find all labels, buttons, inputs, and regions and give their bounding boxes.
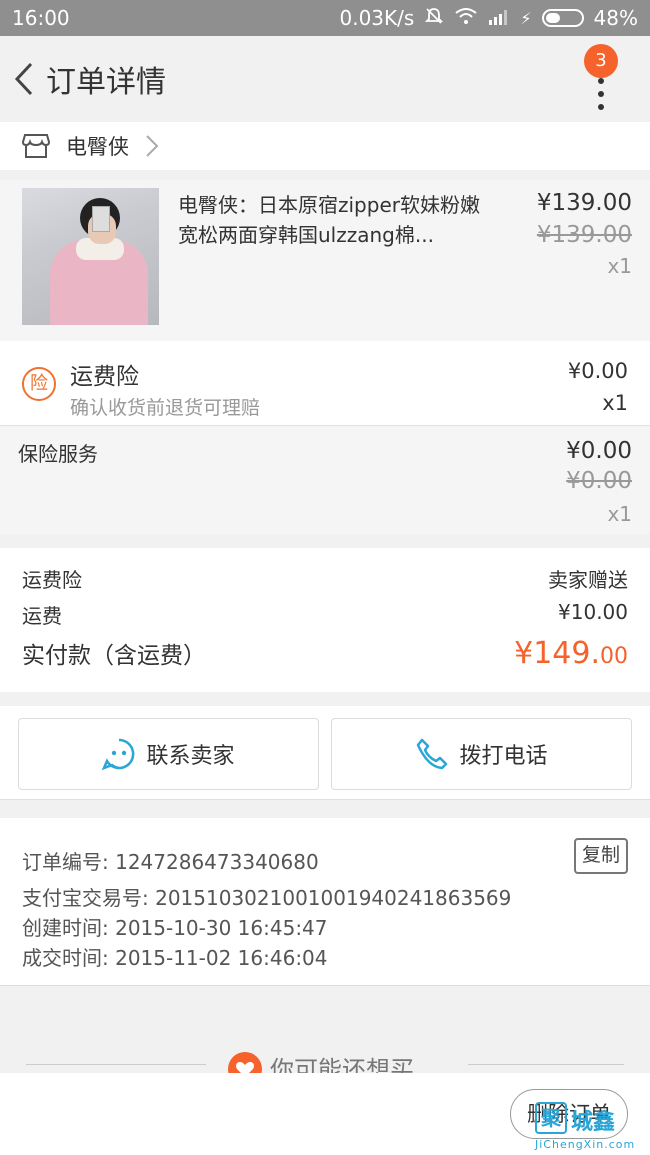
watermark-box: 聚 bbox=[535, 1102, 567, 1134]
order-info: 订单编号: 1247286473340680 复制 支付宝交易号: 201510… bbox=[0, 818, 650, 986]
recommend-header: 你可能还想买 bbox=[0, 1018, 650, 1073]
notification-badge: 3 bbox=[584, 44, 618, 78]
insurance-service-original-price: ¥0.00 bbox=[566, 468, 632, 494]
freight-insurance-quantity: x1 bbox=[602, 391, 628, 415]
mute-icon bbox=[424, 6, 444, 31]
charging-icon: ⚡ bbox=[520, 8, 532, 28]
summary-label: 运费 bbox=[22, 604, 62, 628]
store-icon bbox=[22, 134, 50, 158]
status-bar: 16:00 0.03K/s ⚡ 48% bbox=[0, 0, 650, 36]
contact-seller-button[interactable]: 联系卖家 bbox=[18, 718, 319, 790]
price-summary: 运费险 卖家赠送 运费 ¥10.00 实付款（含运费） ¥149.00 bbox=[0, 548, 650, 692]
insurance-service-row: 保险服务 ¥0.00 ¥0.00 x1 bbox=[0, 426, 650, 534]
divider bbox=[26, 1064, 206, 1065]
contact-seller-label: 联系卖家 bbox=[146, 744, 235, 769]
product-original-price: ¥139.00 bbox=[536, 222, 632, 248]
summary-freight-insurance: 运费险 卖家赠送 bbox=[22, 564, 628, 593]
phone-icon bbox=[417, 738, 448, 770]
alipay-number: 支付宝交易号: 2015103021001001940241863569 bbox=[22, 886, 512, 910]
recommend-title: 你可能还想买 bbox=[270, 1056, 414, 1073]
nav-bar: 订单详情 3 bbox=[0, 36, 650, 122]
status-time: 16:00 bbox=[12, 6, 70, 30]
chat-bubble-icon bbox=[102, 738, 135, 771]
total-amount-main: ¥149. bbox=[514, 636, 600, 671]
summary-value: 卖家赠送 bbox=[548, 568, 628, 592]
freight-insurance-price: ¥0.00 bbox=[567, 359, 628, 383]
total-label: 实付款（含运费） bbox=[22, 643, 206, 669]
summary-total: 实付款（含运费） ¥149.00 bbox=[22, 636, 628, 671]
insurance-service-price: ¥0.00 bbox=[566, 438, 632, 464]
created-time: 创建时间: 2015-10-30 16:45:47 bbox=[22, 916, 328, 940]
battery-percent: 48% bbox=[593, 6, 638, 30]
battery-icon bbox=[541, 9, 584, 27]
call-seller-label: 拨打电话 bbox=[459, 744, 548, 769]
chevron-left-icon bbox=[14, 62, 33, 96]
action-bar: 联系卖家 拨打电话 bbox=[0, 706, 650, 800]
completed-time: 成交时间: 2015-11-02 16:46:04 bbox=[22, 946, 328, 970]
watermark-en: JiChengXin.com bbox=[535, 1138, 636, 1151]
back-button[interactable] bbox=[2, 36, 46, 122]
copy-button[interactable]: 复制 bbox=[574, 838, 628, 874]
summary-shipping: 运费 ¥10.00 bbox=[22, 600, 628, 629]
insurance-service-title: 保险服务 bbox=[18, 442, 98, 466]
freight-insurance-subtitle: 确认收货前退货可理赔 bbox=[70, 397, 261, 419]
insurance-icon: 险 bbox=[22, 367, 56, 401]
total-amount-decimal: 00 bbox=[600, 644, 628, 669]
freight-insurance-title: 运费险 bbox=[70, 364, 139, 390]
summary-value: ¥10.00 bbox=[558, 600, 628, 624]
watermark-cn: 城鑫 bbox=[571, 1110, 616, 1135]
divider bbox=[468, 1064, 624, 1065]
product-title: 电臀侠：日本原宿zipper软妹粉嫩宽松两面穿韩国ulzzang棉... bbox=[178, 193, 480, 247]
summary-label: 运费险 bbox=[22, 568, 82, 592]
chevron-right-icon bbox=[146, 135, 159, 157]
product-quantity: x1 bbox=[607, 254, 632, 278]
network-speed: 0.03K/s bbox=[339, 6, 415, 30]
wifi-icon bbox=[454, 6, 478, 30]
shop-row[interactable]: 电臀侠 bbox=[0, 122, 650, 170]
more-menu-button[interactable]: 3 bbox=[584, 36, 624, 122]
order-item[interactable]: 电臀侠：日本原宿zipper软妹粉嫩宽松两面穿韩国ulzzang棉... ¥13… bbox=[0, 180, 650, 341]
product-image bbox=[22, 188, 159, 325]
total-amount: ¥149.00 bbox=[514, 636, 628, 671]
more-dots-icon bbox=[598, 78, 604, 117]
order-number: 订单编号: 1247286473340680 bbox=[22, 850, 319, 874]
heart-icon bbox=[228, 1052, 262, 1073]
signal-icon bbox=[488, 6, 510, 30]
watermark: 聚 城鑫 JiChengXin.com bbox=[535, 1102, 645, 1152]
page-title: 订单详情 bbox=[46, 65, 166, 100]
call-seller-button[interactable]: 拨打电话 bbox=[331, 718, 632, 790]
product-price: ¥139.00 bbox=[536, 190, 632, 216]
insurance-service-quantity: x1 bbox=[607, 502, 632, 526]
shop-name: 电臀侠 bbox=[66, 135, 129, 159]
freight-insurance-row: 险 运费险 确认收货前退货可理赔 ¥0.00 x1 bbox=[0, 341, 650, 426]
